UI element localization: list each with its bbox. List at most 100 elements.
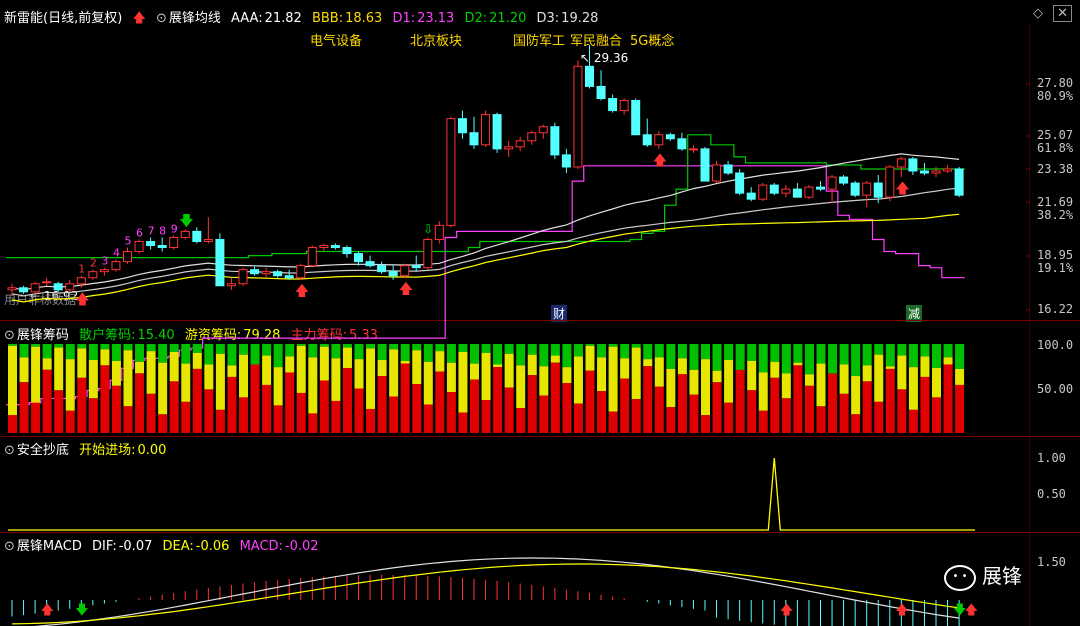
- chip-bar-hot: [423, 361, 433, 405]
- chip-bar-retail: [758, 344, 768, 373]
- price-tick: 16.22: [1037, 302, 1074, 316]
- pct-tick: 38.2%: [1037, 208, 1074, 222]
- window-controls: ◇ ✕: [1033, 5, 1072, 22]
- candle-body: [585, 65, 594, 87]
- chip-bar-hot: [908, 367, 918, 410]
- close-icon[interactable]: ✕: [1053, 5, 1072, 22]
- chip-bar-hot: [897, 355, 907, 390]
- chip-bar-hot: [308, 357, 318, 414]
- chip-bar-hot: [458, 352, 468, 413]
- chip-bar-hot: [31, 346, 41, 403]
- chip-bar-hot: [666, 368, 676, 408]
- chip-bar-retail: [770, 344, 780, 362]
- chip-bar-main: [677, 374, 687, 433]
- chip-bar-hot: [377, 360, 387, 377]
- chip-bar-hot: [608, 346, 618, 412]
- chip-bar-main: [319, 380, 329, 433]
- chip-bar-hot: [643, 359, 653, 367]
- chip-bar-main: [54, 390, 64, 433]
- chip-bar-retail: [955, 344, 965, 369]
- candle-body: [769, 184, 779, 194]
- chip-bar-retail: [735, 344, 745, 372]
- candle-body: [688, 148, 698, 151]
- candle-body: [273, 271, 283, 277]
- chip-bar-main: [227, 376, 237, 433]
- chip-bar-retail: [643, 344, 653, 360]
- candle-body: [423, 238, 433, 269]
- macd-axis-tick: 1.50: [1037, 555, 1066, 569]
- chip-bar-main: [550, 362, 560, 433]
- chip-bar-hot: [158, 362, 168, 415]
- chip-bar-main: [758, 410, 768, 433]
- candle-body: [481, 114, 491, 146]
- chip-bar-main: [816, 406, 826, 433]
- chip-bar-retail: [54, 344, 64, 348]
- chip-bar-hot: [758, 372, 768, 411]
- chip-bar-main: [123, 406, 133, 433]
- chip-bar-hot: [331, 358, 341, 401]
- diamond-icon[interactable]: ◇: [1033, 6, 1043, 21]
- chip-bar-retail: [689, 344, 699, 370]
- chip-bar-main: [389, 396, 399, 433]
- candle-body: [538, 126, 548, 134]
- safe-axis-tick: 0.50: [1037, 487, 1066, 501]
- chip-bar-hot: [504, 353, 514, 388]
- chip-bar-hot: [770, 361, 780, 378]
- chip-bar-retail: [504, 344, 514, 354]
- chip-bar-hot: [631, 347, 641, 400]
- plot-canvas[interactable]: 🡅🡅 🡅🡅🡅🡇⇩1 2 3456 7 8 9🡅 🡇 🡅 🡅 🡇🡅: [0, 0, 1030, 626]
- count-label: 2: [90, 257, 97, 270]
- chip-bar-main: [111, 385, 121, 433]
- chip-bar-hot: [804, 374, 814, 386]
- chip-bar-retail: [331, 344, 341, 359]
- candle-body: [896, 158, 906, 168]
- chip-bar-hot: [446, 362, 456, 393]
- chip-bar-retail: [932, 344, 941, 369]
- chip-bar-hot: [677, 358, 687, 375]
- candle-body: [804, 186, 814, 198]
- chip-bar-main: [65, 410, 75, 433]
- price-tick: 23.38: [1037, 162, 1074, 176]
- chip-bar-main: [77, 377, 87, 433]
- stock-chart-window[interactable]: 新雷能(日线,前复权) 🡅 ⊙ 展锋均线 AAA: 21.82 BBB: 18.63 …: [0, 0, 1080, 626]
- candle-body: [839, 176, 849, 184]
- candle-body: [307, 247, 317, 267]
- chip-bar-hot: [932, 368, 941, 398]
- chip-bar-main: [573, 403, 583, 433]
- candle-body: [411, 265, 421, 269]
- chip-bar-main: [666, 407, 676, 433]
- buy-arrow-icon: 🡅: [399, 282, 413, 298]
- chip-bar-retail: [250, 344, 260, 367]
- candle-body: [862, 182, 872, 196]
- candle-body: [180, 230, 190, 238]
- chip-bar-retail: [77, 344, 87, 349]
- candle-body: [7, 287, 17, 291]
- pct-tick: 61.8%: [1037, 141, 1074, 155]
- chip-bar-main: [932, 397, 941, 433]
- chip-bar-retail: [920, 344, 930, 357]
- chip-bar-retail: [181, 344, 191, 364]
- chip-bar-retail: [654, 344, 664, 358]
- chip-bar-main: [273, 405, 283, 433]
- candle-body: [146, 240, 156, 247]
- chip-bar-main: [539, 395, 549, 433]
- count-label: 4: [113, 247, 120, 260]
- count-label: 5: [125, 235, 132, 248]
- chip-bar-retail: [666, 344, 676, 369]
- candle-body: [515, 140, 525, 148]
- chip-bar-retail: [400, 344, 410, 361]
- chip-bar-main: [620, 378, 630, 433]
- candle-body: [550, 126, 560, 156]
- candle-body: [642, 134, 652, 146]
- chip-bar-hot: [8, 345, 17, 416]
- chip-bar-main: [781, 398, 791, 433]
- candle-body: [700, 148, 710, 182]
- chip-bar-retail: [446, 344, 456, 363]
- candle-body: [250, 269, 260, 275]
- chip-bar-retail: [65, 344, 75, 360]
- candle-body: [712, 164, 722, 182]
- chip-bar-hot: [470, 363, 479, 380]
- candle-body: [261, 271, 271, 275]
- hollow-arrow-icon: ⇩: [423, 222, 434, 237]
- chip-bar-retail: [42, 344, 52, 359]
